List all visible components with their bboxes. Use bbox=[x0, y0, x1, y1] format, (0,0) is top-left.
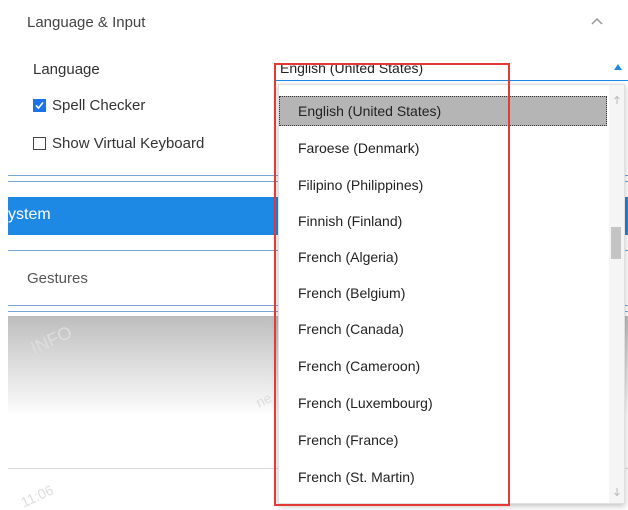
section-title: Language & Input bbox=[27, 14, 146, 31]
watermark: 11:06 bbox=[18, 481, 56, 510]
spell-checker-label: Spell Checker bbox=[52, 97, 146, 114]
virtual-keyboard-checkbox[interactable] bbox=[33, 137, 46, 150]
spell-checker-row[interactable]: Spell Checker bbox=[33, 97, 145, 114]
language-label: Language bbox=[33, 61, 100, 78]
scroll-down-arrow-icon[interactable] bbox=[613, 487, 621, 497]
gestures-section-label[interactable]: Gestures bbox=[27, 270, 88, 287]
virtual-keyboard-row[interactable]: Show Virtual Keyboard bbox=[33, 135, 204, 152]
chevron-up-icon[interactable] bbox=[590, 16, 604, 26]
scrollbar-thumb[interactable] bbox=[611, 227, 621, 259]
scroll-up-arrow-icon[interactable] bbox=[613, 95, 621, 105]
virtual-keyboard-label: Show Virtual Keyboard bbox=[52, 135, 205, 152]
highlight-box bbox=[274, 63, 510, 506]
caret-up-icon[interactable] bbox=[614, 64, 622, 70]
system-section-label: ystem bbox=[8, 206, 51, 223]
spell-checker-checkbox[interactable] bbox=[33, 99, 46, 112]
checkmark-icon bbox=[35, 101, 44, 110]
dropdown-scrollbar[interactable] bbox=[609, 85, 624, 503]
